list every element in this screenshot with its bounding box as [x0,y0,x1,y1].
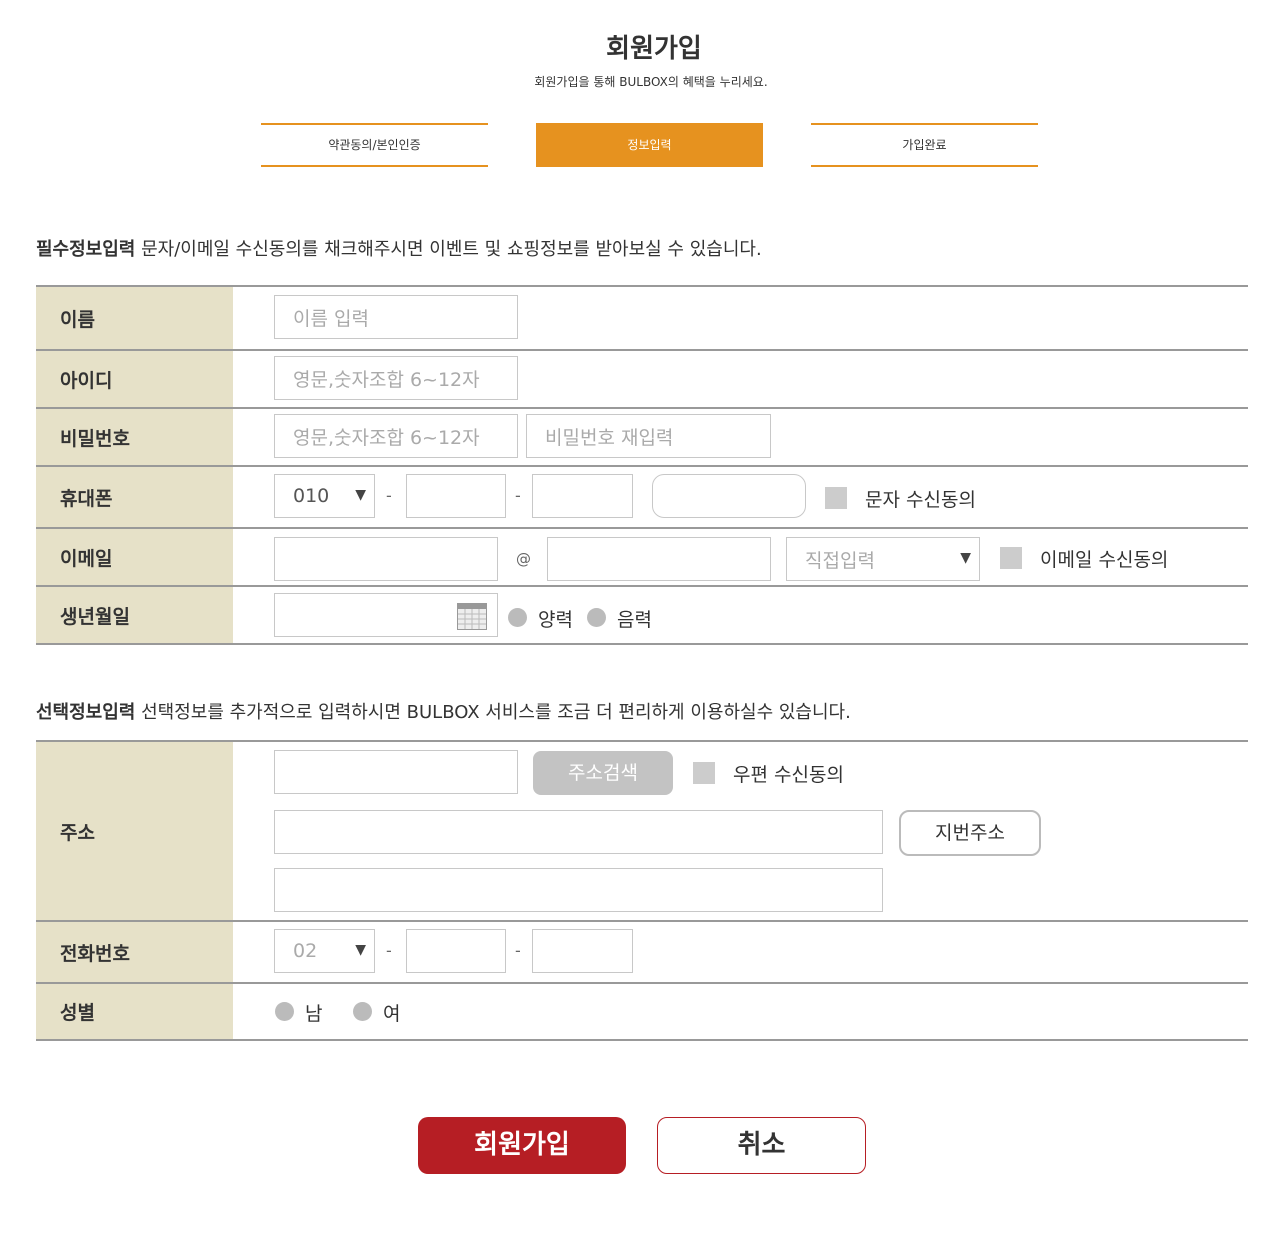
required-heading-bold: 필수정보입력 [36,239,136,260]
address-line2-input[interactable] [274,868,883,912]
userid-input[interactable]: 영문,숫자조합 6~12자 [274,356,518,400]
email-id-input[interactable] [274,537,498,581]
mobile-middle-input[interactable] [406,474,506,518]
row-mobile: 휴대폰 010 ▼ - - 문자 수신동의 [36,467,1248,529]
sms-consent-checkbox[interactable] [825,487,847,509]
label-userid: 아이디 [36,351,233,407]
mobile-prefix-select[interactable]: 010 ▼ [274,474,375,518]
label-address: 주소 [36,742,233,920]
optional-heading-text: 선택정보를 추가적으로 입력하시면 BULBOX 서비스를 조금 더 편리하게 … [135,702,851,723]
email-domain-input[interactable] [547,537,771,581]
email-at-sign: @ [516,550,531,568]
phone-middle-input[interactable] [406,929,506,973]
step-info-input: 정보입력 [536,123,763,167]
required-heading-text: 문자/이메일 수신동의를 채크해주시면 이벤트 및 쇼핑정보를 받아보실 수 있… [135,239,762,260]
phone-prefix-value: 02 [293,940,318,962]
address-search-button[interactable]: 주소검색 [533,751,673,795]
step-terms: 약관동의/본인인증 [261,123,488,167]
password-input[interactable]: 영문,숫자조합 6~12자 [274,414,518,458]
mail-consent-checkbox[interactable] [693,762,715,784]
name-input[interactable]: 이름 입력 [274,295,518,339]
row-name: 이름 이름 입력 [36,287,1248,351]
step-complete: 가입완료 [811,123,1038,167]
birth-date-input[interactable] [274,593,498,637]
chevron-down-icon: ▼ [355,942,366,958]
page-title: 회원가입 [606,34,702,64]
chevron-down-icon: ▼ [355,487,366,503]
phone-dash-2: - [515,941,521,960]
label-email: 이메일 [36,529,233,585]
mobile-verify-input[interactable] [652,474,806,518]
label-phone: 전화번호 [36,922,233,982]
label-gender: 성별 [36,984,233,1039]
row-gender: 성별 남 여 [36,984,1248,1041]
chevron-down-icon: ▼ [960,550,971,566]
female-radio[interactable] [353,1002,372,1021]
label-birth: 생년월일 [36,587,233,643]
row-userid: 아이디 영문,숫자조합 6~12자 [36,351,1248,409]
name-placeholder: 이름 입력 [293,307,369,330]
zipcode-input[interactable] [274,750,518,794]
male-radio[interactable] [275,1002,294,1021]
lunar-radio[interactable] [587,608,606,627]
lunar-label: 음력 [617,609,652,631]
mail-consent-label: 우편 수신동의 [733,764,844,786]
jibun-address-button[interactable]: 지번주소 [899,810,1041,856]
phone-last-input[interactable] [532,929,633,973]
label-mobile: 휴대폰 [36,467,233,527]
solar-label: 양력 [538,609,573,631]
email-consent-label: 이메일 수신동의 [1040,549,1169,571]
optional-info-table: 주소 주소검색 우편 수신동의 지번주소 전화번호 02 ▼ - - 성별 남 … [36,740,1248,1041]
join-button[interactable]: 회원가입 [418,1117,626,1174]
optional-heading-bold: 선택정보입력 [36,702,136,723]
cancel-button[interactable]: 취소 [657,1117,866,1174]
password-confirm-input[interactable]: 비밀번호 재입력 [526,414,771,458]
required-section-heading: 필수정보입력 문자/이메일 수신동의를 채크해주시면 이벤트 및 쇼핑정보를 받… [36,235,762,261]
calendar-icon[interactable] [457,603,487,630]
mobile-dash-1: - [386,486,392,505]
row-address: 주소 주소검색 우편 수신동의 지번주소 [36,742,1248,922]
row-phone: 전화번호 02 ▼ - - [36,922,1248,984]
label-password: 비밀번호 [36,409,233,465]
required-info-table: 이름 이름 입력 아이디 영문,숫자조합 6~12자 비밀번호 영문,숫자조합 … [36,285,1248,645]
optional-section-heading: 선택정보입력 선택정보를 추가적으로 입력하시면 BULBOX 서비스를 조금 … [36,698,851,724]
male-label: 남 [305,1003,323,1025]
solar-radio[interactable] [508,608,527,627]
phone-dash-1: - [386,941,392,960]
sms-consent-label: 문자 수신동의 [865,489,976,511]
label-name: 이름 [36,287,233,349]
userid-placeholder: 영문,숫자조합 6~12자 [293,368,480,391]
email-consent-checkbox[interactable] [1000,547,1022,569]
page-subtitle: 회원가입을 통해 BULBOX의 혜택을 누리세요. [534,75,768,89]
row-password: 비밀번호 영문,숫자조합 6~12자 비밀번호 재입력 [36,409,1248,467]
email-domain-select-value: 직접입력 [805,549,875,572]
female-label: 여 [383,1003,401,1025]
password-placeholder: 영문,숫자조합 6~12자 [293,426,480,449]
password-confirm-placeholder: 비밀번호 재입력 [545,426,674,449]
row-birth: 생년월일 양력 음력 [36,587,1248,645]
address-line1-input[interactable] [274,810,883,854]
phone-prefix-select[interactable]: 02 ▼ [274,929,375,973]
mobile-prefix-value: 010 [293,485,330,507]
email-domain-select[interactable]: 직접입력 ▼ [786,537,980,581]
mobile-last-input[interactable] [532,474,633,518]
mobile-dash-2: - [515,486,521,505]
row-email: 이메일 @ 직접입력 ▼ 이메일 수신동의 [36,529,1248,587]
